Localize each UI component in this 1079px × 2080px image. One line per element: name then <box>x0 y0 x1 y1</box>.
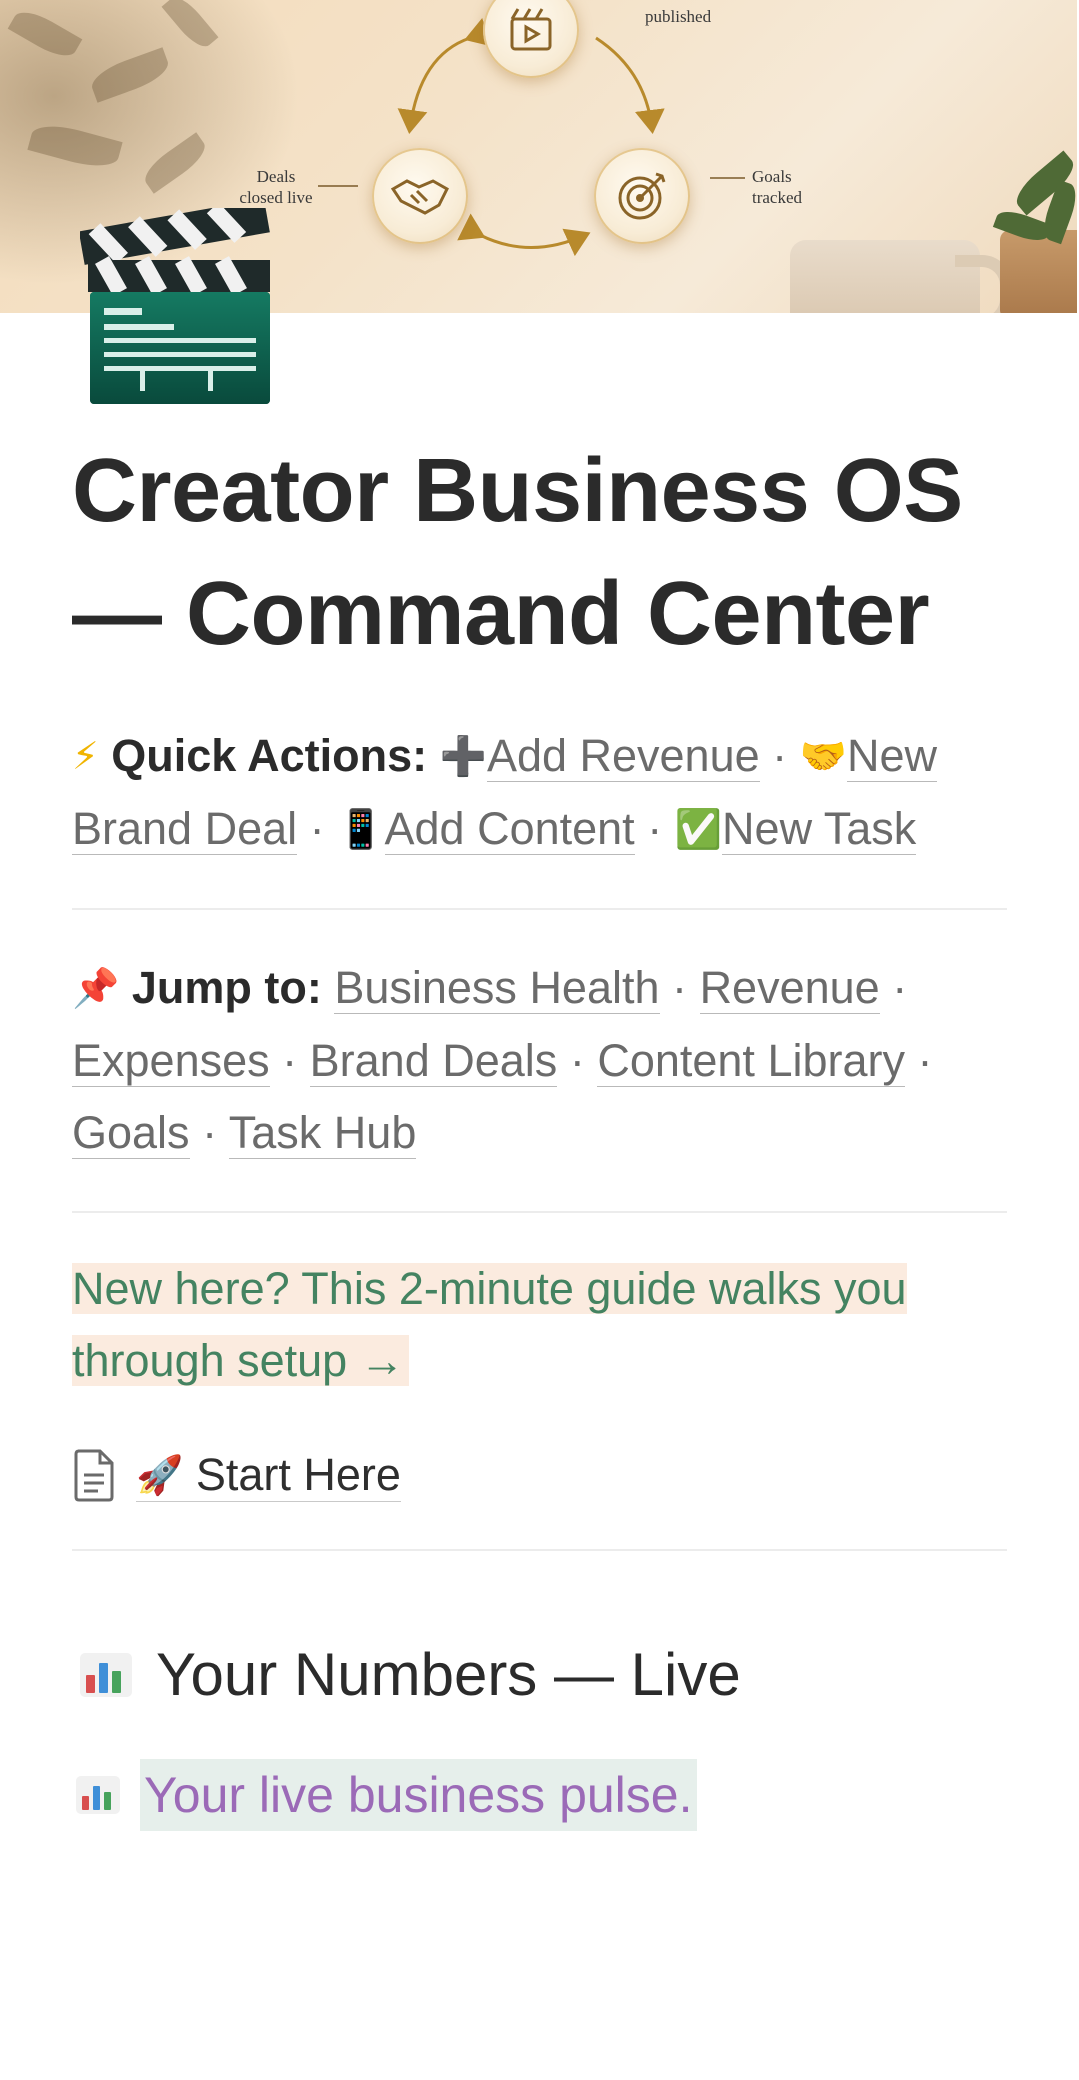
deals-circle <box>372 148 468 244</box>
bar-chart-icon <box>80 1653 132 1697</box>
divider <box>72 1549 1007 1551</box>
separator: · <box>647 803 663 854</box>
clapperboard-icon[interactable] <box>78 198 276 408</box>
rocket-icon: 🚀 <box>136 1454 184 1497</box>
pulse-line[interactable]: Your live business pulse. <box>72 1759 1007 1831</box>
link-add-content[interactable]: Add Content <box>384 803 635 855</box>
setup-guide-text[interactable]: New here? This 2-minute guide walks you … <box>72 1263 907 1386</box>
link-task-hub[interactable]: Task Hub <box>228 1107 417 1159</box>
page-title[interactable]: Creator Business OS — Command Center <box>72 430 1007 676</box>
pushpin-icon: 📌 <box>72 968 120 1010</box>
plant-pot <box>1000 230 1077 313</box>
pulse-text: Your live business pulse. <box>140 1759 697 1831</box>
setup-guide-callout[interactable]: New here? This 2-minute guide walks you … <box>72 1253 1007 1397</box>
separator: · <box>672 962 688 1013</box>
checkmark-icon: ✅ <box>674 809 723 851</box>
link-goals[interactable]: Goals <box>72 1107 190 1159</box>
start-here-label: Start Here <box>195 1448 401 1500</box>
start-here-page[interactable]: 🚀 Start Here <box>72 1439 1007 1511</box>
handshake-icon: 🤝 <box>799 736 847 778</box>
divider <box>72 1211 1007 1213</box>
separator: · <box>202 1107 218 1158</box>
phone-icon: 📱 <box>337 809 385 851</box>
plus-icon: ➕ <box>439 736 487 778</box>
quick-actions-label: Quick Actions: <box>111 730 428 781</box>
separator: · <box>772 730 788 781</box>
jump-to-block: 📌 Jump to: Business Health · Revenue · E… <box>72 952 1007 1169</box>
separator: · <box>569 1035 585 1086</box>
separator: · <box>917 1035 933 1086</box>
link-add-revenue[interactable]: Add Revenue <box>486 730 760 782</box>
video-icon <box>510 8 552 51</box>
separator: · <box>309 803 325 854</box>
link-brand-deals[interactable]: Brand Deals <box>309 1035 558 1087</box>
link-expenses[interactable]: Expenses <box>72 1035 270 1087</box>
numbers-heading-text: Your Numbers — Live <box>156 1641 741 1708</box>
bar-chart-icon <box>76 1776 120 1814</box>
link-revenue[interactable]: Revenue <box>699 962 880 1014</box>
lightning-icon: ⚡ <box>72 736 99 778</box>
cover-label-deals: Deals closed live <box>239 167 313 207</box>
quick-actions-block: ⚡ Quick Actions: ➕Add Revenue · 🤝New Bra… <box>72 720 1007 866</box>
document-icon <box>74 1449 114 1502</box>
divider <box>72 908 1007 910</box>
start-here-link[interactable]: 🚀 Start Here <box>136 1449 401 1502</box>
separator: · <box>282 1035 298 1086</box>
link-new-task[interactable]: New Task <box>722 803 917 855</box>
separator: · <box>892 962 908 1013</box>
cover-label-goals: Goals tracked <box>752 167 803 207</box>
page-content: Creator Business OS — Command Center ⚡ Q… <box>72 430 1007 1831</box>
cover-label-published: published <box>645 7 712 26</box>
numbers-heading[interactable]: Your Numbers — Live <box>72 1635 1007 1715</box>
link-business-health[interactable]: Business Health <box>334 962 660 1014</box>
target-icon <box>618 172 666 220</box>
handshake-icon <box>390 179 449 215</box>
goals-circle <box>594 148 690 244</box>
jump-to-label: Jump to: <box>131 962 322 1013</box>
coffee-mug <box>790 240 980 313</box>
link-content-library[interactable]: Content Library <box>597 1035 905 1087</box>
